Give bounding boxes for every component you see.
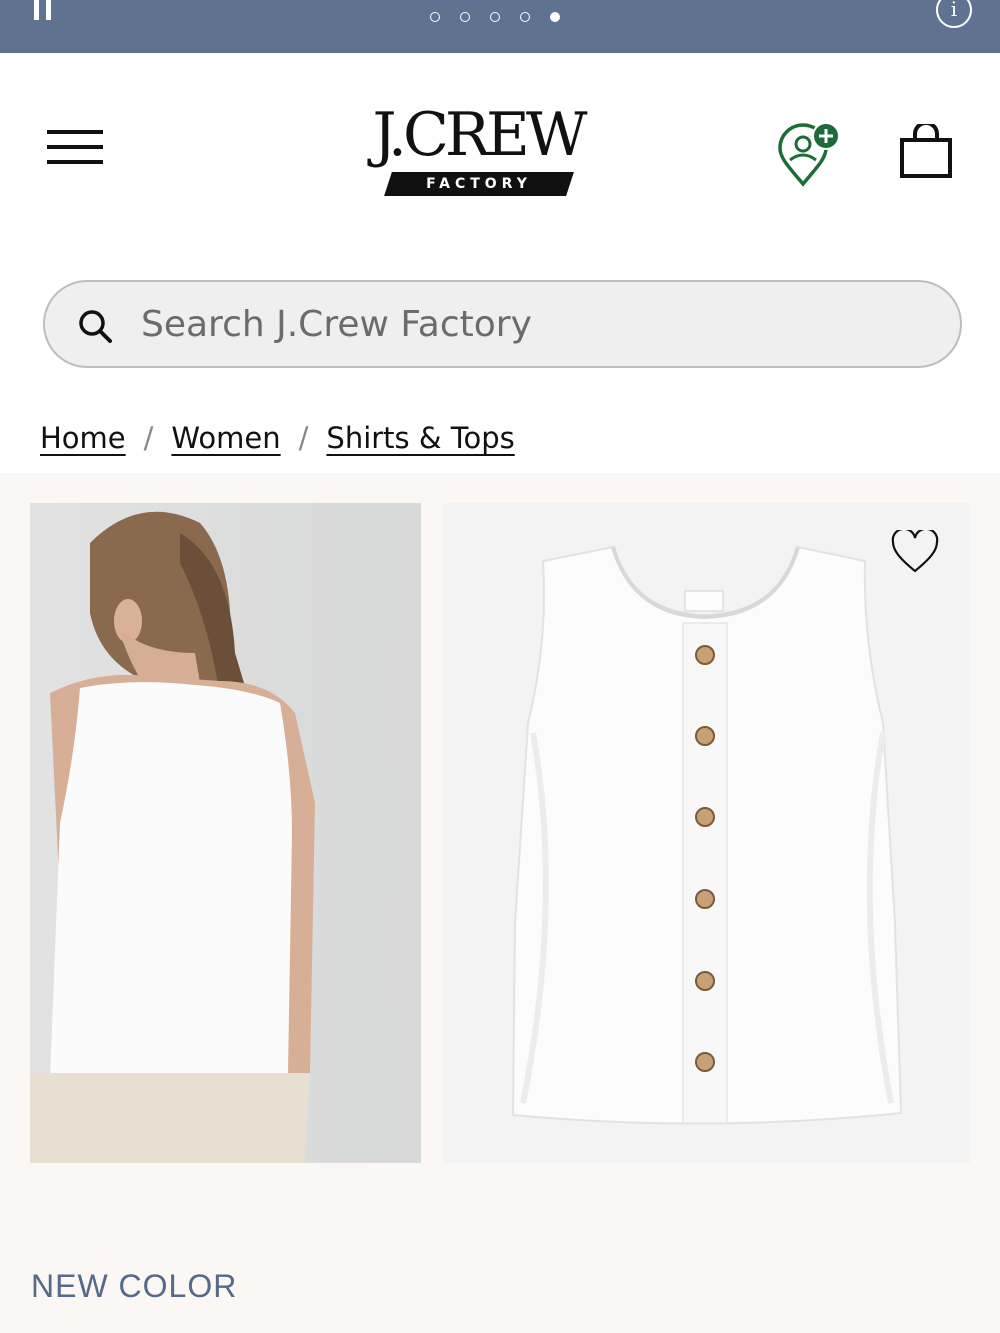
logo-wordmark: J.CREW: [372, 100, 587, 170]
shopping-bag-icon[interactable]: [898, 124, 954, 180]
breadcrumb-separator: /: [143, 421, 154, 455]
product-card: [0, 473, 1000, 1333]
search-bar[interactable]: [43, 280, 962, 368]
carousel-dot[interactable]: [460, 12, 470, 22]
new-color-badge: NEW COLOR: [31, 1268, 238, 1304]
breadcrumb: Home / Women / Shirts & Tops: [40, 418, 515, 458]
carousel-dot[interactable]: [430, 12, 440, 22]
search-icon[interactable]: [77, 308, 113, 344]
info-icon[interactable]: i: [936, 0, 972, 28]
breadcrumb-women[interactable]: Women: [171, 421, 280, 455]
store-locator-add-icon[interactable]: [776, 122, 842, 188]
carousel-dot[interactable]: [490, 12, 500, 22]
breadcrumb-separator: /: [298, 421, 309, 455]
search-input[interactable]: [141, 302, 921, 346]
breadcrumb-home[interactable]: Home: [40, 421, 126, 455]
logo-subtitle: FACTORY: [426, 176, 532, 192]
carousel-dot[interactable]: [520, 12, 530, 22]
jcrew-factory-logo[interactable]: J.CREW FACTORY: [356, 100, 600, 200]
carousel-dots: [430, 12, 560, 24]
heart-icon[interactable]: [891, 530, 939, 574]
breadcrumb-shirts-tops[interactable]: Shirts & Tops: [326, 421, 514, 455]
carousel-dot-active[interactable]: [550, 12, 560, 22]
pause-icon[interactable]: [34, 0, 56, 20]
product-image-model[interactable]: [30, 503, 421, 1163]
hamburger-menu-icon[interactable]: [47, 130, 103, 166]
promo-banner: i: [0, 0, 1000, 53]
product-image-flat[interactable]: [443, 503, 970, 1163]
